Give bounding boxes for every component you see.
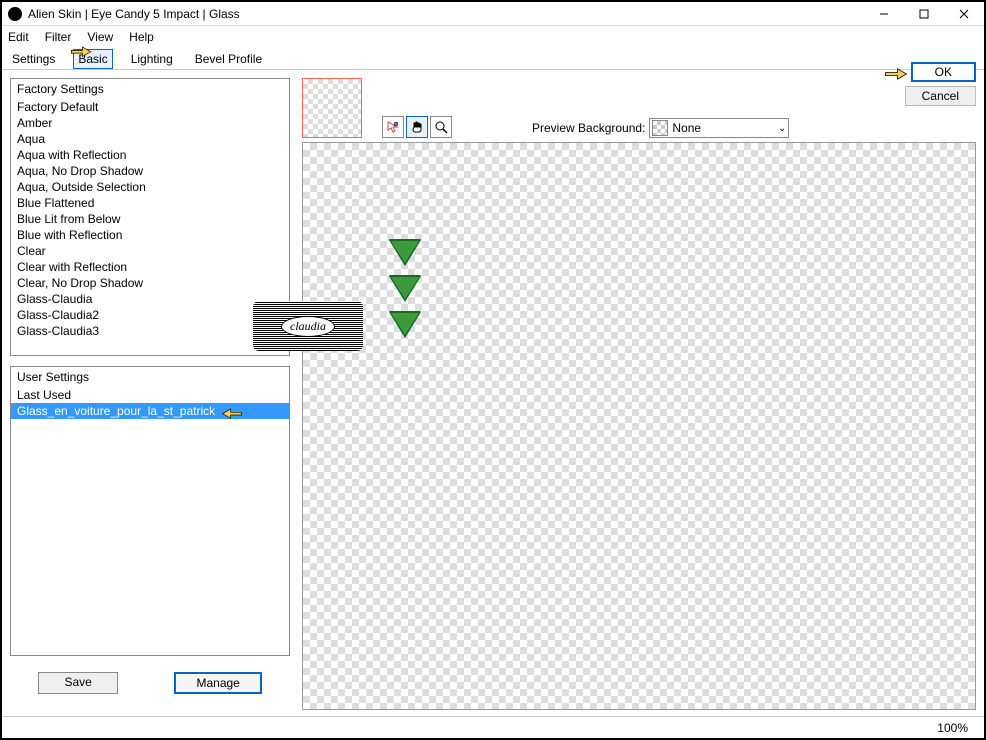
list-item[interactable]: Amber: [11, 115, 289, 131]
list-item[interactable]: Blue with Reflection: [11, 227, 289, 243]
checker-swatch-icon: [652, 120, 668, 136]
list-item[interactable]: Glass-Claudia3: [11, 323, 289, 339]
menubar: Edit Filter View Help: [2, 26, 984, 48]
move-tool-icon[interactable]: [382, 116, 404, 138]
tab-settings[interactable]: Settings: [8, 50, 59, 68]
watermark-text: claudia: [281, 316, 335, 337]
preview-panel: OK Cancel Preview Background:: [302, 78, 976, 710]
preview-canvas[interactable]: claudia: [302, 142, 976, 710]
preview-background-value: None: [672, 121, 774, 135]
close-button[interactable]: [944, 2, 984, 26]
settings-buttons: Save Manage: [10, 666, 290, 700]
save-button[interactable]: Save: [38, 672, 118, 694]
list-item[interactable]: Aqua, Outside Selection: [11, 179, 289, 195]
maximize-button[interactable]: [904, 2, 944, 26]
arrow-down-icon: [389, 239, 421, 265]
list-item[interactable]: Clear with Reflection: [11, 259, 289, 275]
manage-button[interactable]: Manage: [174, 672, 261, 694]
cursor-hand-icon: [221, 403, 243, 419]
arrow-down-icon: [389, 311, 421, 337]
menu-help[interactable]: Help: [129, 30, 154, 44]
preview-background-select[interactable]: None ⌄: [649, 118, 789, 138]
list-item-selected[interactable]: Glass_en_voiture_pour_la_st_patrick: [11, 403, 289, 419]
factory-settings-header: Factory Settings: [11, 79, 289, 99]
tab-bevel[interactable]: Bevel Profile: [191, 50, 266, 68]
minimize-button[interactable]: [864, 2, 904, 26]
menu-filter[interactable]: Filter: [45, 30, 72, 44]
preview-background-label: Preview Background:: [532, 121, 645, 135]
list-item[interactable]: Blue Lit from Below: [11, 211, 289, 227]
list-item[interactable]: Last Used: [11, 387, 289, 403]
cancel-button[interactable]: Cancel: [905, 86, 976, 106]
tab-basic[interactable]: Basic: [73, 49, 112, 69]
list-item[interactable]: Clear: [11, 243, 289, 259]
list-item[interactable]: Glass-Claudia2: [11, 307, 289, 323]
list-item[interactable]: Aqua with Reflection: [11, 147, 289, 163]
settings-panel: Factory Settings Factory Default Amber A…: [10, 78, 290, 710]
user-settings-header: User Settings: [11, 367, 289, 387]
list-item[interactable]: Factory Default: [11, 99, 289, 115]
menu-view[interactable]: View: [87, 30, 113, 44]
zoom-level: 100%: [937, 721, 968, 735]
list-item[interactable]: Glass-Claudia: [11, 291, 289, 307]
ok-button[interactable]: OK: [911, 62, 976, 82]
arrow-down-icon: [389, 275, 421, 301]
statusbar: 100%: [2, 716, 984, 738]
list-item[interactable]: Aqua: [11, 131, 289, 147]
menu-edit[interactable]: Edit: [8, 30, 29, 44]
tab-lighting[interactable]: Lighting: [127, 50, 177, 68]
dialog-buttons: OK Cancel: [905, 62, 976, 106]
list-item[interactable]: Blue Flattened: [11, 195, 289, 211]
list-item[interactable]: Clear, No Drop Shadow: [11, 275, 289, 291]
preview-thumbnail[interactable]: [302, 78, 362, 138]
preview-toolbar: Preview Background: None ⌄: [302, 78, 976, 138]
list-item[interactable]: Aqua, No Drop Shadow: [11, 163, 289, 179]
app-icon: [8, 7, 22, 21]
window-title: Alien Skin | Eye Candy 5 Impact | Glass: [28, 7, 864, 21]
hand-tool-icon[interactable]: [406, 116, 428, 138]
zoom-tool-icon[interactable]: [430, 116, 452, 138]
tabs: Settings Basic Lighting Bevel Profile: [2, 48, 984, 70]
cursor-hand-icon: [883, 62, 909, 80]
titlebar: Alien Skin | Eye Candy 5 Impact | Glass: [2, 2, 984, 26]
user-settings-list[interactable]: User Settings Last Used Glass_en_voiture…: [10, 366, 290, 656]
factory-settings-list[interactable]: Factory Settings Factory Default Amber A…: [10, 78, 290, 356]
watermark-stamp: claudia: [253, 301, 363, 351]
chevron-down-icon: ⌄: [778, 123, 786, 134]
